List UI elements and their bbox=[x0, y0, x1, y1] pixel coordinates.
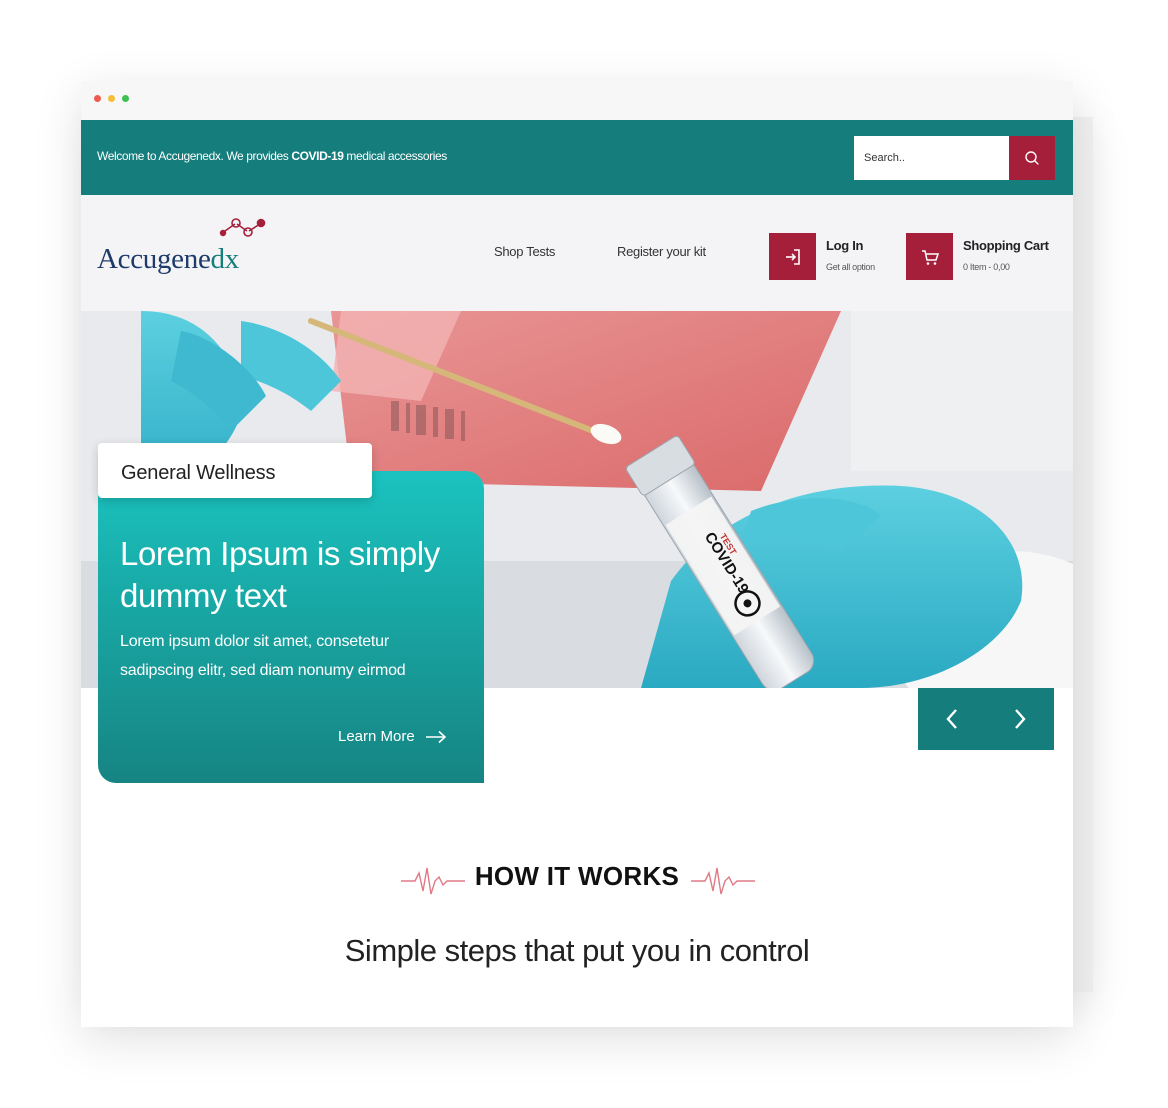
category-tag[interactable]: General Wellness bbox=[98, 443, 372, 498]
logo-text-main: Accugene bbox=[97, 243, 211, 275]
promo-body: Lorem ipsum dolor sit amet, consetetur s… bbox=[120, 633, 406, 679]
minimize-dot[interactable] bbox=[108, 95, 115, 102]
promo-card: Lorem Ipsum is simply dummy text Lorem i… bbox=[98, 471, 484, 783]
login-icon bbox=[785, 248, 800, 265]
cart-title[interactable]: Shopping Cart bbox=[963, 238, 1049, 253]
login-title[interactable]: Log In bbox=[826, 238, 863, 253]
search-input[interactable] bbox=[854, 136, 1009, 180]
welcome-prefix: Welcome to Accugenedx. We provides bbox=[97, 149, 292, 163]
window-chrome bbox=[81, 81, 1073, 121]
logo-molecule-icon bbox=[219, 218, 266, 237]
heartbeat-icon bbox=[691, 867, 755, 895]
chevron-left-icon bbox=[946, 709, 957, 729]
nav-register-kit[interactable]: Register your kit bbox=[617, 244, 706, 259]
category-tag-text: General Wellness bbox=[121, 462, 276, 484]
welcome-suffix: medical accessories bbox=[343, 149, 447, 163]
welcome-bold: COVID-19 bbox=[291, 149, 344, 163]
welcome-message: Welcome to Accugenedx. We provides COVID… bbox=[97, 149, 447, 163]
cart-summary: 0 Item - 0,00 bbox=[963, 262, 1010, 272]
nav-shop-tests[interactable]: Shop Tests bbox=[494, 244, 555, 259]
slider-next-button[interactable] bbox=[986, 688, 1054, 750]
logo-wordmark: Accugenedx bbox=[97, 243, 239, 276]
logo[interactable]: Accugenedx bbox=[97, 217, 277, 277]
how-it-works-title: HOW IT WORKS bbox=[474, 861, 680, 891]
learn-more-label: Learn More bbox=[338, 728, 415, 745]
shopping-cart-icon bbox=[921, 249, 939, 265]
login-subtitle: Get all option bbox=[826, 262, 875, 272]
how-it-works-subtitle: Simple steps that put you in control bbox=[344, 933, 810, 968]
slider-prev-button[interactable] bbox=[918, 688, 986, 750]
search-icon bbox=[1025, 151, 1039, 165]
cart-button[interactable] bbox=[906, 233, 953, 280]
site-header: Accugenedx Shop Tests Register your kit … bbox=[81, 195, 1073, 311]
browser-window: Welcome to Accugenedx. We provides COVID… bbox=[81, 81, 1073, 1027]
slider-controls bbox=[918, 688, 1054, 750]
maximize-dot[interactable] bbox=[122, 95, 129, 102]
close-dot[interactable] bbox=[94, 95, 101, 102]
learn-more-link[interactable]: Learn More bbox=[338, 728, 447, 745]
login-button[interactable] bbox=[769, 233, 816, 280]
chevron-right-icon bbox=[1015, 709, 1026, 729]
how-it-works-header: HOW IT WORKS bbox=[81, 861, 1073, 901]
promo-title: Lorem Ipsum is simply dummy text bbox=[120, 535, 440, 614]
search-button[interactable] bbox=[1009, 136, 1055, 180]
top-bar: Welcome to Accugenedx. We provides COVID… bbox=[81, 120, 1073, 195]
logo-text-accent: dx bbox=[210, 243, 240, 275]
arrow-right-icon bbox=[425, 730, 446, 743]
